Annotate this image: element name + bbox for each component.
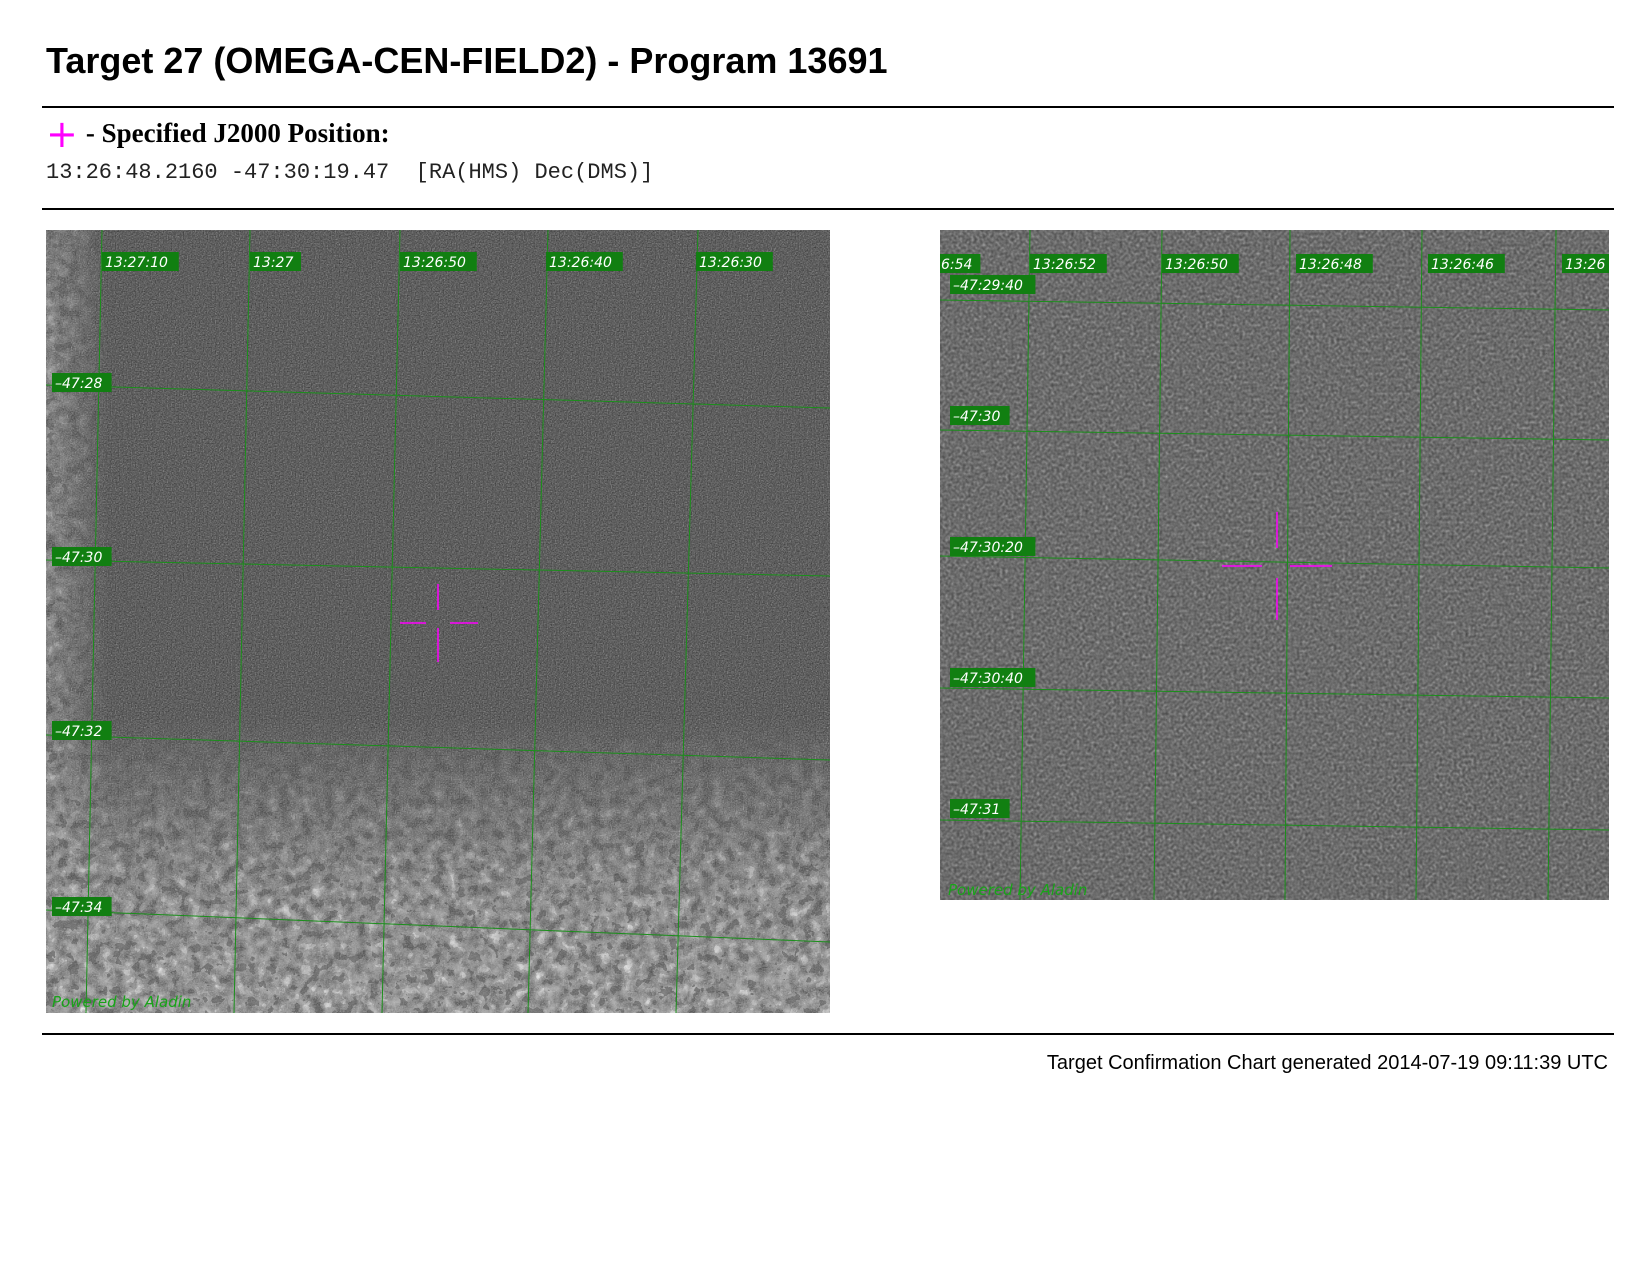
ra-label: 13:26:46 [1428, 254, 1505, 273]
aladin-credit-zoom: Powered by Aladin [948, 881, 1087, 899]
footer-divider [42, 1033, 1614, 1035]
ra-label: 13:26:50 [1162, 254, 1239, 273]
header-divider [42, 106, 1614, 108]
svg-text:13:27: 13:27 [253, 255, 293, 271]
svg-text:13:26: 13:26 [1565, 257, 1605, 273]
wide-field-image: 13:27:10 13:27 13:26:50 13:26:40 13:26:30 –4… [46, 230, 830, 1013]
ra-label: 13:26:30 [696, 252, 773, 271]
svg-text:13:26:46: 13:26:46 [1431, 257, 1494, 273]
dec-label: –47:31 [950, 799, 1010, 818]
dec-label: –47:34 [52, 897, 112, 916]
position-marker-icon: + [46, 111, 78, 156]
svg-text:–47:32: –47:32 [55, 724, 102, 740]
svg-text:13:26:40: 13:26:40 [549, 255, 612, 271]
svg-text:13:26:52: 13:26:52 [1033, 257, 1096, 273]
ra-label: 13:26:40 [546, 252, 623, 271]
svg-text:13:26:50: 13:26:50 [1165, 257, 1228, 273]
svg-text:–47:30: –47:30 [55, 550, 102, 566]
ra-label: 13:26:50 [400, 252, 477, 271]
ra-label: 13:27 [250, 252, 301, 271]
svg-text:13:27:10: 13:27:10 [105, 255, 168, 271]
dec-label: –47:28 [52, 373, 112, 392]
dec-label: –47:29:40 [950, 275, 1036, 294]
svg-text:13:26:50: 13:26:50 [403, 255, 466, 271]
dec-label: –47:32 [52, 721, 112, 740]
position-legend-label: - Specified J2000 Position: [85, 118, 390, 148]
ra-label: 13:26:48 [1296, 254, 1373, 273]
ra-label: 6:54 [940, 254, 981, 273]
zoom-field-svg: 6:54 13:26:52 13:26:50 13:26:48 13:26:46 13:2… [940, 230, 1609, 900]
section-divider [42, 208, 1614, 210]
svg-text:13:26:30: 13:26:30 [699, 255, 762, 271]
dec-label: –47:30:20 [950, 537, 1036, 556]
ra-label: 13:26 [1562, 254, 1609, 273]
svg-text:–47:30:40: –47:30:40 [953, 671, 1023, 687]
svg-text:–47:29:40: –47:29:40 [953, 278, 1023, 294]
ra-label: 13:26:52 [1030, 254, 1107, 273]
svg-text:–47:30:20: –47:30:20 [953, 540, 1023, 556]
svg-text:–47:30: –47:30 [953, 409, 1000, 425]
ra-label: 13:27:10 [102, 252, 179, 271]
svg-text:–47:28: –47:28 [55, 376, 102, 392]
svg-text:6:54: 6:54 [941, 257, 972, 273]
svg-text:–47:31: –47:31 [953, 802, 1000, 818]
svg-text:–47:34: –47:34 [55, 900, 102, 916]
target-coordinates: 13:26:48.2160 -47:30:19.47 [RA(HMS) Dec(… [46, 160, 654, 185]
aladin-credit: Powered by Aladin [52, 993, 191, 1011]
page-title: Target 27 (OMEGA-CEN-FIELD2) - Program 1… [46, 40, 888, 81]
position-legend: + - Specified J2000 Position: [46, 111, 390, 156]
wide-field-svg: 13:27:10 13:27 13:26:50 13:26:40 13:26:30 –4… [46, 230, 830, 1013]
dec-label: –47:30 [52, 547, 112, 566]
zoom-field-image: 6:54 13:26:52 13:26:50 13:26:48 13:26:46 13:2… [940, 230, 1609, 900]
dec-label: –47:30 [950, 406, 1010, 425]
generation-timestamp: Target Confirmation Chart generated 2014… [1046, 1052, 1608, 1074]
svg-text:13:26:48: 13:26:48 [1299, 257, 1362, 273]
dec-label: –47:30:40 [950, 668, 1036, 687]
